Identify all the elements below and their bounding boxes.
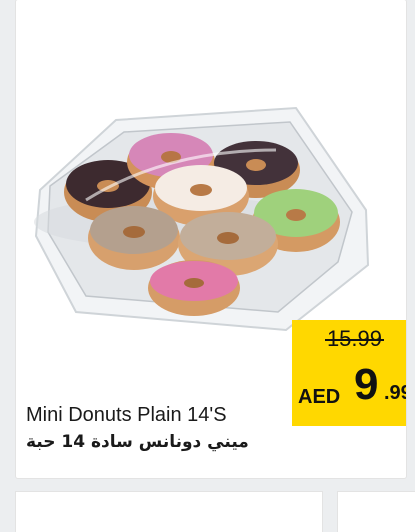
product-title-arabic: ميني دونانس سادة 14 حبة	[26, 432, 249, 452]
currency-label: AED	[298, 386, 341, 408]
price-decimal: .99	[384, 382, 406, 404]
next-product-card[interactable]	[16, 492, 322, 532]
price-tag: 15.99 AED 9 .99	[292, 320, 406, 426]
old-price: 15.99	[324, 326, 385, 351]
product-card[interactable]: 15.99 AED 9 .99 Mini Donuts Plain 14'S م…	[16, 0, 406, 478]
product-title[interactable]: Mini Donuts Plain 14'S	[26, 404, 227, 427]
price-integer: 9	[354, 360, 379, 409]
next-product-card-right[interactable]	[338, 492, 415, 532]
